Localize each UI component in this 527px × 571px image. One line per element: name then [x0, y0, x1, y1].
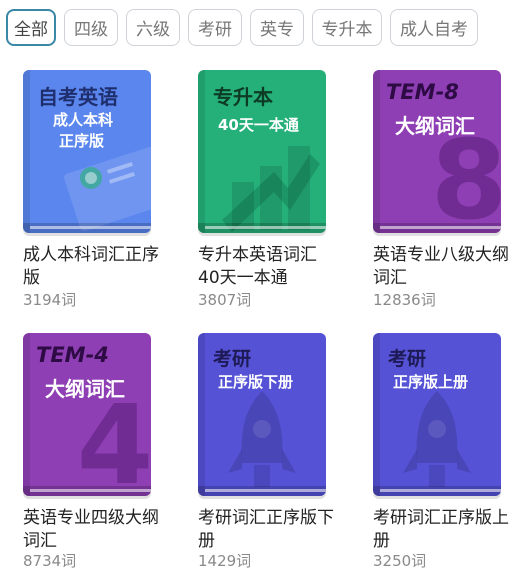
word-count: 12836词	[373, 291, 436, 309]
book-cover-postgrad-vol1[interactable]: 考研 正序版上册	[373, 333, 501, 496]
cover-subtitle: 正序版下册	[218, 373, 294, 391]
word-count: 3250词	[373, 552, 427, 570]
tab-upgrade-bachelor[interactable]: 专升本	[312, 9, 382, 46]
cover-title: TEM-8	[386, 80, 459, 104]
cover-subtitle: 大纲词汇	[395, 114, 475, 138]
book-cover-postgrad-vol2[interactable]: 考研 正序版下册	[198, 333, 326, 496]
cover-subtitle-2: 正序版	[59, 132, 105, 150]
book-name[interactable]: 英语专业八级大纲词汇	[373, 244, 513, 290]
book-name[interactable]: 专升本英语词汇40天一本通	[198, 244, 338, 290]
tab-cet6[interactable]: 六级	[126, 9, 180, 46]
word-count: 3194词	[23, 291, 77, 309]
book-cover-upgrade-bachelor[interactable]: 专升本 40天一本通	[198, 70, 326, 233]
cover-title: 专升本	[213, 85, 273, 109]
cover-subtitle: 成人本科	[53, 111, 114, 129]
category-tabs: 全部 四级 六级 考研 英专 专升本 成人自考	[6, 9, 478, 47]
tab-adult-self-study[interactable]: 成人自考	[390, 9, 478, 46]
tab-english-major[interactable]: 英专	[250, 9, 304, 46]
tab-all[interactable]: 全部	[6, 9, 56, 46]
book-name[interactable]: 英语专业四级大纲词汇	[23, 507, 163, 553]
cover-title: 考研	[213, 348, 252, 370]
tab-postgraduate[interactable]: 考研	[188, 9, 242, 46]
cover-subtitle: 大纲词汇	[45, 377, 125, 401]
book-name[interactable]: 考研词汇正序版上册	[373, 507, 513, 553]
cover-subtitle: 40天一本通	[218, 116, 299, 134]
book-cover-tem8[interactable]: 8 TEM-8 大纲词汇	[373, 70, 501, 233]
book-cover-tem4[interactable]: 4 TEM-4 大纲词汇	[23, 333, 151, 496]
word-count: 3807词	[198, 291, 252, 309]
word-count: 1429词	[198, 552, 252, 570]
tab-cet4[interactable]: 四级	[64, 9, 118, 46]
book-cover-adult-bachelor[interactable]: 自考英语 成人本科 正序版	[23, 70, 151, 233]
cover-subtitle: 正序版上册	[393, 373, 469, 391]
cover-title: 考研	[388, 348, 427, 370]
word-count: 8734词	[23, 552, 77, 570]
cover-title: 自考英语	[38, 85, 118, 109]
cover-title: TEM-4	[36, 343, 109, 367]
book-name[interactable]: 成人本科词汇正序版	[23, 244, 163, 290]
book-name[interactable]: 考研词汇正序版下册	[198, 507, 338, 553]
